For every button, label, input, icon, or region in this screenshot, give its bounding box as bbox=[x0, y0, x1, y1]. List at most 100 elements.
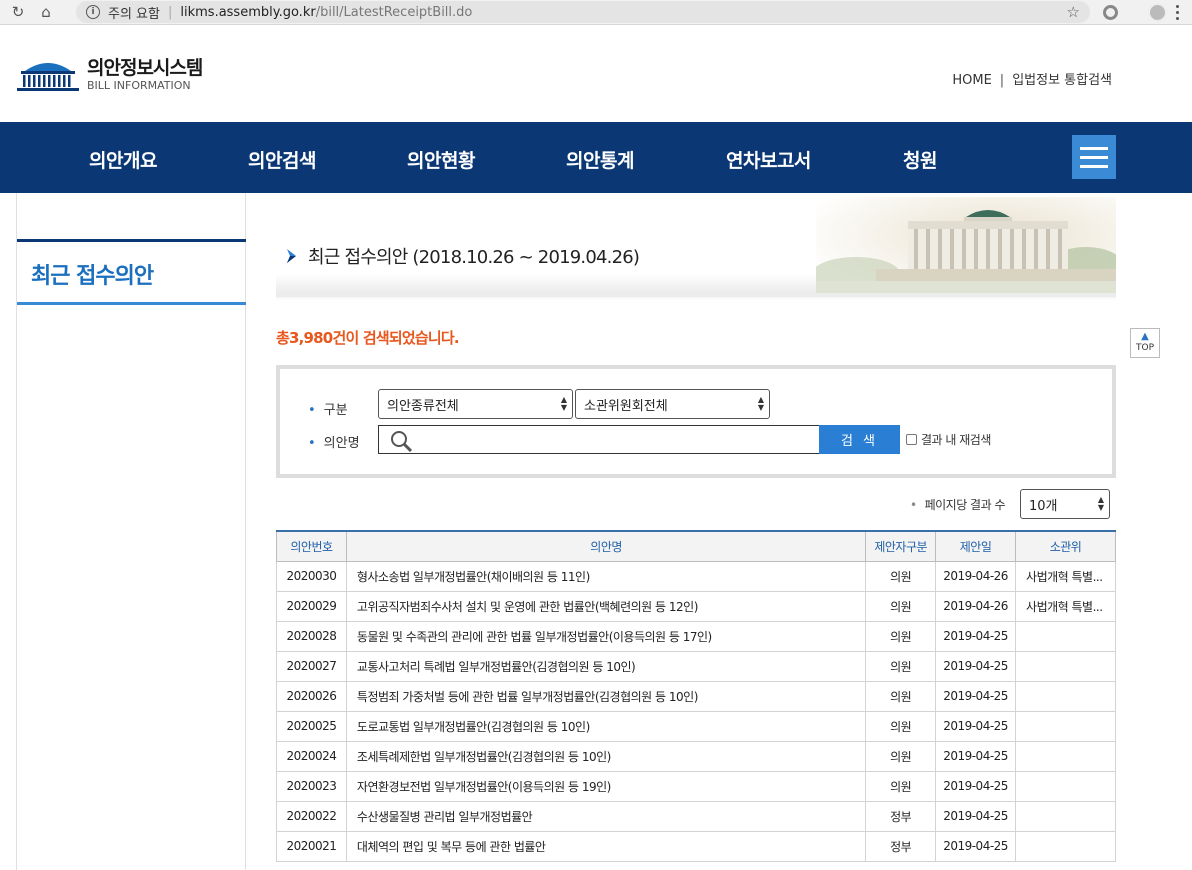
cell-date: 2019-04-25 bbox=[935, 710, 1017, 742]
cell-committee: 사법개혁 특별... bbox=[1015, 560, 1116, 592]
address-bar[interactable]: i 주의 요함 | likms.assembly.go.kr/bill/Late… bbox=[76, 1, 1090, 23]
cell-proposer: 의원 bbox=[865, 560, 937, 592]
search-icon bbox=[391, 431, 412, 452]
table-header-row: 의안번호 의안명 제안자구분 제안일 소관위 bbox=[276, 530, 1116, 562]
table-row: 2020026 특정범죄 가중처벌 등에 관한 법률 일부개정법률안(김경협의원 … bbox=[276, 680, 1116, 712]
info-icon[interactable]: i bbox=[86, 5, 100, 19]
cell-bill-name[interactable]: 도로교통법 일부개정법률안(김경협의원 등 10인) bbox=[345, 710, 867, 742]
cell-bill-name[interactable]: 특정범죄 가중처벌 등에 관한 법률 일부개정법률안(김경협의원 등 10인) bbox=[345, 680, 867, 712]
table-row: 2020029 고위공직자범죄수사처 설치 및 운영에 관한 법률안(백혜련의원 … bbox=[276, 590, 1116, 622]
site-logo[interactable]: 의안정보시스템 BILL INFORMATION bbox=[17, 57, 203, 93]
col-committee[interactable]: 소관위 bbox=[1015, 530, 1116, 562]
title-chevron-icon bbox=[287, 249, 296, 263]
re-search-option[interactable]: 결과 내 재검색 bbox=[906, 431, 991, 448]
cell-bill-name[interactable]: 조세특례제한법 일부개정법률안(김경협의원 등 10인) bbox=[345, 740, 867, 772]
result-count: 총3,980건이 검색되었습니다. bbox=[276, 329, 460, 347]
cell-bill-name[interactable]: 자연환경보전법 일부개정법률안(이용득의원 등 19인) bbox=[345, 770, 867, 802]
nav-bill-overview[interactable]: 의안개요 bbox=[89, 146, 157, 173]
scroll-top-button[interactable]: ▲ TOP bbox=[1130, 328, 1160, 358]
bill-type-value: 의안종류전체 bbox=[387, 398, 459, 414]
table-row: 2020023 자연환경보전법 일부개정법률안(이용득의원 등 19인) 의원 201… bbox=[276, 770, 1116, 802]
main-navigation: 의안개요 의안검색 의안현황 의안통계 연차보고서 청원 bbox=[0, 122, 1192, 193]
cell-date: 2019-04-25 bbox=[935, 800, 1017, 832]
cell-proposer: 의원 bbox=[865, 710, 937, 742]
cell-bill-name[interactable]: 형사소송법 일부개정법률안(채이배의원 등 11인) bbox=[345, 560, 867, 592]
security-warning: 주의 요함 bbox=[108, 6, 160, 22]
cell-bill-no: 2020027 bbox=[276, 650, 347, 682]
cell-date: 2019-04-26 bbox=[935, 560, 1017, 592]
cell-proposer: 의원 bbox=[865, 770, 937, 802]
col-date[interactable]: 제안일 bbox=[935, 530, 1017, 562]
address-divider: | bbox=[167, 4, 173, 20]
cell-bill-name[interactable]: 동물원 및 수족관의 관리에 관한 법률 일부개정법률안(이용득의원 등 17인… bbox=[345, 620, 867, 652]
top-label: TOP bbox=[1135, 343, 1154, 353]
page-title-text: 최근 접수의안 (2018.10.26 ~ 2019.04.26) bbox=[308, 247, 640, 268]
logo-subtitle: BILL INFORMATION bbox=[87, 79, 191, 92]
re-search-checkbox[interactable] bbox=[906, 434, 917, 445]
bill-type-select[interactable]: 의안종류전체 ▲ ▼ bbox=[378, 389, 573, 419]
select-arrows-icon: ▲ ▼ bbox=[757, 395, 764, 412]
nav-bill-search[interactable]: 의안검색 bbox=[248, 146, 316, 173]
col-proposer[interactable]: 제안자구분 bbox=[865, 530, 937, 562]
cell-bill-no: 2020025 bbox=[276, 710, 347, 742]
page-title: 최근 접수의안 (2018.10.26 ~ 2019.04.26) bbox=[286, 243, 640, 269]
cell-committee bbox=[1015, 650, 1116, 682]
cell-bill-name[interactable]: 고위공직자범죄수사처 설치 및 운영에 관한 법률안(백혜련의원 등 12인) bbox=[345, 590, 867, 622]
home-icon[interactable]: ⌂ bbox=[36, 2, 56, 22]
url-host: likms.assembly.go.kr bbox=[180, 4, 316, 20]
table-row: 2020024 조세특례제한법 일부개정법률안(김경협의원 등 10인) 의원 201… bbox=[276, 740, 1116, 772]
cell-date: 2019-04-25 bbox=[935, 740, 1017, 772]
cell-date: 2019-04-25 bbox=[935, 650, 1017, 682]
cell-bill-no: 2020028 bbox=[276, 620, 347, 652]
search-form: 구분 의안명 의안종류전체 ▲▼ 소관위원회전체 ▲▼ 검 색 결과 내 재검색 bbox=[276, 365, 1116, 478]
per-page-select[interactable]: 10개 ▲ ▼ bbox=[1020, 489, 1110, 519]
reload-icon[interactable]: ↻ bbox=[8, 2, 28, 22]
select-arrows-icon: ▲ ▼ bbox=[560, 395, 567, 412]
table-row: 2020021 대체역의 편입 및 복무 등에 관한 법률안 정부 2019-04-2… bbox=[276, 830, 1116, 862]
util-divider: | bbox=[999, 73, 1005, 88]
sidebar-title[interactable]: 최근 접수의안 bbox=[31, 258, 154, 290]
bill-name-input[interactable] bbox=[378, 425, 820, 454]
integrated-search-link[interactable]: 입법정보 통합검색 bbox=[1012, 73, 1112, 88]
cell-committee bbox=[1015, 740, 1116, 772]
table-row: 2020025 도로교통법 일부개정법률안(김경협의원 등 10인) 의원 2019-… bbox=[276, 710, 1116, 742]
cell-date: 2019-04-25 bbox=[935, 680, 1017, 712]
cell-committee bbox=[1015, 620, 1116, 652]
committee-select[interactable]: 소관위원회전체 ▲ ▼ bbox=[575, 389, 770, 419]
cell-bill-name[interactable]: 대체역의 편입 및 복무 등에 관한 법률안 bbox=[345, 830, 867, 862]
sidebar-title-box: 최근 접수의안 bbox=[17, 239, 246, 305]
extension-icon[interactable] bbox=[1103, 5, 1118, 20]
browser-menu-icon[interactable] bbox=[1175, 5, 1179, 20]
committee-value: 소관위원회전체 bbox=[584, 398, 668, 414]
page-header: 최근 접수의안 (2018.10.26 ~ 2019.04.26) bbox=[276, 193, 1116, 301]
cell-bill-name[interactable]: 교통사고처리 특례법 일부개정법률안(김경협의원 등 10인) bbox=[345, 650, 867, 682]
col-bill-name[interactable]: 의안명 bbox=[345, 530, 867, 562]
menu-hamburger-icon[interactable] bbox=[1072, 135, 1116, 179]
cell-bill-name[interactable]: 수산생물질병 관리법 일부개정법률안 bbox=[345, 800, 867, 832]
cell-bill-no: 2020023 bbox=[276, 770, 347, 802]
cell-date: 2019-04-25 bbox=[935, 830, 1017, 862]
home-link[interactable]: HOME bbox=[952, 73, 991, 88]
cell-committee: 사법개혁 특별... bbox=[1015, 590, 1116, 622]
bookmark-star-icon[interactable]: ☆ bbox=[1067, 3, 1080, 21]
nav-annual-report[interactable]: 연차보고서 bbox=[726, 146, 811, 173]
col-bill-no[interactable]: 의안번호 bbox=[276, 530, 347, 562]
assembly-building-image bbox=[816, 197, 1116, 293]
cell-proposer: 의원 bbox=[865, 620, 937, 652]
cell-committee bbox=[1015, 770, 1116, 802]
cell-committee bbox=[1015, 800, 1116, 832]
profile-avatar-icon[interactable] bbox=[1148, 3, 1167, 22]
cell-date: 2019-04-25 bbox=[935, 770, 1017, 802]
nav-petition[interactable]: 청원 bbox=[903, 146, 937, 173]
nav-bill-status[interactable]: 의안현황 bbox=[407, 146, 475, 173]
table-row: 2020030 형사소송법 일부개정법률안(채이배의원 등 11인) 의원 2019-… bbox=[276, 560, 1116, 592]
re-search-label: 결과 내 재검색 bbox=[921, 433, 991, 447]
cell-proposer: 의원 bbox=[865, 680, 937, 712]
site-header: 의안정보시스템 BILL INFORMATION HOME | 입법정보 통합검색 bbox=[0, 25, 1192, 122]
left-sidebar: 최근 접수의안 bbox=[16, 193, 246, 870]
assembly-logo-icon bbox=[17, 63, 79, 91]
url-path: /bill/LatestReceiptBill.do bbox=[315, 4, 473, 20]
nav-bill-statistics[interactable]: 의안통계 bbox=[566, 146, 634, 173]
search-button[interactable]: 검 색 bbox=[819, 425, 900, 454]
cell-committee bbox=[1015, 680, 1116, 712]
